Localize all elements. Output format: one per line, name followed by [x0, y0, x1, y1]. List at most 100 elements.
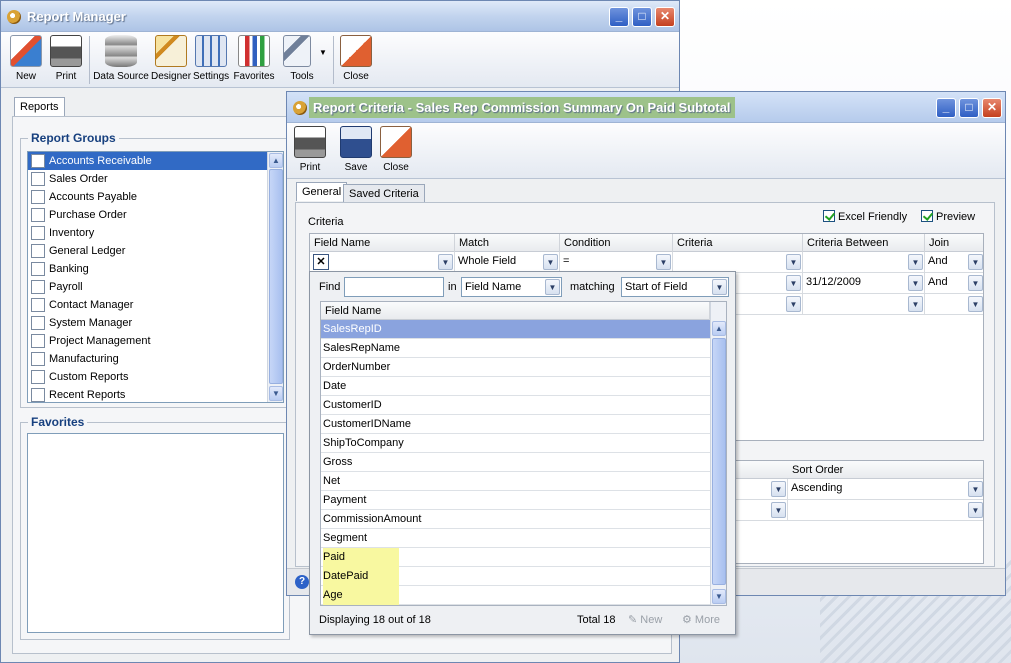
field-list-item[interactable]: Age: [321, 586, 710, 605]
criteria-row2-between[interactable]: 31/12/2009 ▼: [803, 273, 925, 294]
favorites-list[interactable]: [27, 433, 284, 633]
delete-row-icon[interactable]: ✕: [313, 254, 329, 270]
chevron-down-icon[interactable]: ▼: [543, 254, 558, 270]
field-list-item[interactable]: Segment: [321, 529, 710, 548]
chevron-down-icon[interactable]: ▼: [968, 254, 983, 270]
scroll-thumb[interactable]: [712, 338, 726, 585]
scroll-down-icon[interactable]: ▼: [712, 589, 726, 604]
report-group-item[interactable]: Custom Reports: [28, 368, 283, 386]
scroll-down-icon[interactable]: ▼: [269, 386, 283, 401]
tab-general[interactable]: General: [296, 182, 348, 201]
data-source-button[interactable]: Data Source: [93, 34, 149, 86]
criteria-row3-join[interactable]: ▼: [925, 294, 983, 315]
field-list-item[interactable]: Payment: [321, 491, 710, 510]
close-window-button[interactable]: ✕: [982, 98, 1002, 118]
criteria-row1-match[interactable]: Whole Field ▼: [455, 252, 560, 273]
report-group-item[interactable]: Accounts Receivable: [28, 152, 283, 170]
checkbox-checked-icon[interactable]: [921, 210, 933, 222]
criteria-row3-between[interactable]: ▼: [803, 294, 925, 315]
chevron-down-icon[interactable]: ▼: [786, 296, 801, 312]
report-group-item[interactable]: General Ledger: [28, 242, 283, 260]
minimize-button[interactable]: _: [936, 98, 956, 118]
report-group-item[interactable]: Banking: [28, 260, 283, 278]
tools-button[interactable]: Tools ▼: [279, 34, 327, 86]
preview-checkbox[interactable]: Preview: [921, 210, 975, 223]
field-list-item[interactable]: CustomerID: [321, 396, 710, 415]
scroll-thumb[interactable]: [269, 169, 283, 384]
report-group-item[interactable]: Payroll: [28, 278, 283, 296]
excel-friendly-checkbox[interactable]: Excel Friendly: [823, 210, 907, 223]
report-group-item[interactable]: Accounts Payable: [28, 188, 283, 206]
chevron-down-icon[interactable]: ▼: [438, 254, 453, 270]
report-group-item[interactable]: Recent Reports: [28, 386, 283, 402]
chevron-down-icon[interactable]: ▼: [771, 481, 786, 497]
criteria-row2-join[interactable]: And ▼: [925, 273, 983, 294]
tools-dropdown-arrow-icon[interactable]: ▼: [319, 48, 327, 57]
chevron-down-icon[interactable]: ▼: [908, 296, 923, 312]
field-list-item[interactable]: Paid: [321, 548, 710, 567]
tab-saved-criteria[interactable]: Saved Criteria: [343, 184, 425, 203]
criteria-print-button[interactable]: Print: [292, 125, 328, 177]
report-group-item[interactable]: System Manager: [28, 314, 283, 332]
criteria-row1-between[interactable]: ▼: [803, 252, 925, 273]
chevron-down-icon[interactable]: ▼: [712, 279, 727, 295]
maximize-button[interactable]: □: [959, 98, 979, 118]
chevron-down-icon[interactable]: ▼: [968, 481, 983, 497]
maximize-button[interactable]: □: [632, 7, 652, 27]
groups-scrollbar[interactable]: ▲ ▼: [267, 152, 283, 402]
scroll-up-icon[interactable]: ▲: [269, 153, 283, 168]
help-icon[interactable]: ?: [295, 575, 309, 589]
field-list-item[interactable]: SalesRepID: [321, 320, 710, 339]
report-group-item[interactable]: Contact Manager: [28, 296, 283, 314]
chevron-down-icon[interactable]: ▼: [908, 254, 923, 270]
field-list-item[interactable]: OrderNumber: [321, 358, 710, 377]
new-button[interactable]: ✎ New: [628, 613, 662, 626]
chevron-down-icon[interactable]: ▼: [786, 254, 801, 270]
report-group-item[interactable]: Manufacturing: [28, 350, 283, 368]
field-list-item[interactable]: SalesRepName: [321, 339, 710, 358]
report-group-item[interactable]: Project Management: [28, 332, 283, 350]
search-in-select[interactable]: Field Name ▼: [461, 277, 562, 297]
field-list-item[interactable]: CustomerIDName: [321, 415, 710, 434]
criteria-row1-join[interactable]: And ▼: [925, 252, 983, 273]
report-group-item[interactable]: Purchase Order: [28, 206, 283, 224]
minimize-button[interactable]: _: [609, 7, 629, 27]
designer-button[interactable]: Designer: [151, 34, 191, 86]
favorites-button[interactable]: Favorites: [233, 34, 275, 86]
chevron-down-icon[interactable]: ▼: [968, 275, 983, 291]
chevron-down-icon[interactable]: ▼: [786, 275, 801, 291]
find-input[interactable]: [344, 277, 444, 297]
more-button[interactable]: ⚙ More: [682, 613, 720, 626]
checkbox-checked-icon[interactable]: [823, 210, 835, 222]
report-group-item[interactable]: Sales Order: [28, 170, 283, 188]
print-button[interactable]: Print: [49, 34, 83, 86]
chevron-down-icon[interactable]: ▼: [968, 502, 983, 518]
matching-select[interactable]: Start of Field ▼: [621, 277, 729, 297]
criteria-row1-criteria[interactable]: ▼: [673, 252, 803, 273]
close-button[interactable]: Close: [339, 34, 373, 86]
chevron-down-icon[interactable]: ▼: [545, 279, 560, 295]
field-list-item[interactable]: Gross: [321, 453, 710, 472]
sort-row2-order[interactable]: ▼: [788, 500, 983, 521]
close-window-button[interactable]: ✕: [655, 7, 675, 27]
chevron-down-icon[interactable]: ▼: [771, 502, 786, 518]
scroll-up-icon[interactable]: ▲: [712, 321, 726, 336]
criteria-close-button[interactable]: Close: [378, 125, 414, 177]
field-list[interactable]: Field Name SalesRepID SalesRepName OrderNu…: [320, 301, 727, 606]
field-list-item[interactable]: Net: [321, 472, 710, 491]
tab-reports[interactable]: Reports: [14, 97, 65, 116]
sort-row1-order[interactable]: Ascending ▼: [788, 479, 983, 500]
report-group-item[interactable]: Inventory: [28, 224, 283, 242]
settings-button[interactable]: Settings: [193, 34, 229, 86]
field-list-item[interactable]: DatePaid: [321, 567, 710, 586]
chevron-down-icon[interactable]: ▼: [908, 275, 923, 291]
criteria-save-button[interactable]: Save: [338, 125, 374, 177]
chevron-down-icon[interactable]: ▼: [968, 296, 983, 312]
report-groups-list[interactable]: Accounts Receivable Sales Order Accounts P…: [27, 151, 284, 403]
field-list-item[interactable]: CommissionAmount: [321, 510, 710, 529]
field-list-item[interactable]: Date: [321, 377, 710, 396]
new-button[interactable]: New: [9, 34, 43, 86]
field-list-item[interactable]: ShipToCompany: [321, 434, 710, 453]
criteria-row1-condition[interactable]: = ▼: [560, 252, 673, 273]
chevron-down-icon[interactable]: ▼: [656, 254, 671, 270]
